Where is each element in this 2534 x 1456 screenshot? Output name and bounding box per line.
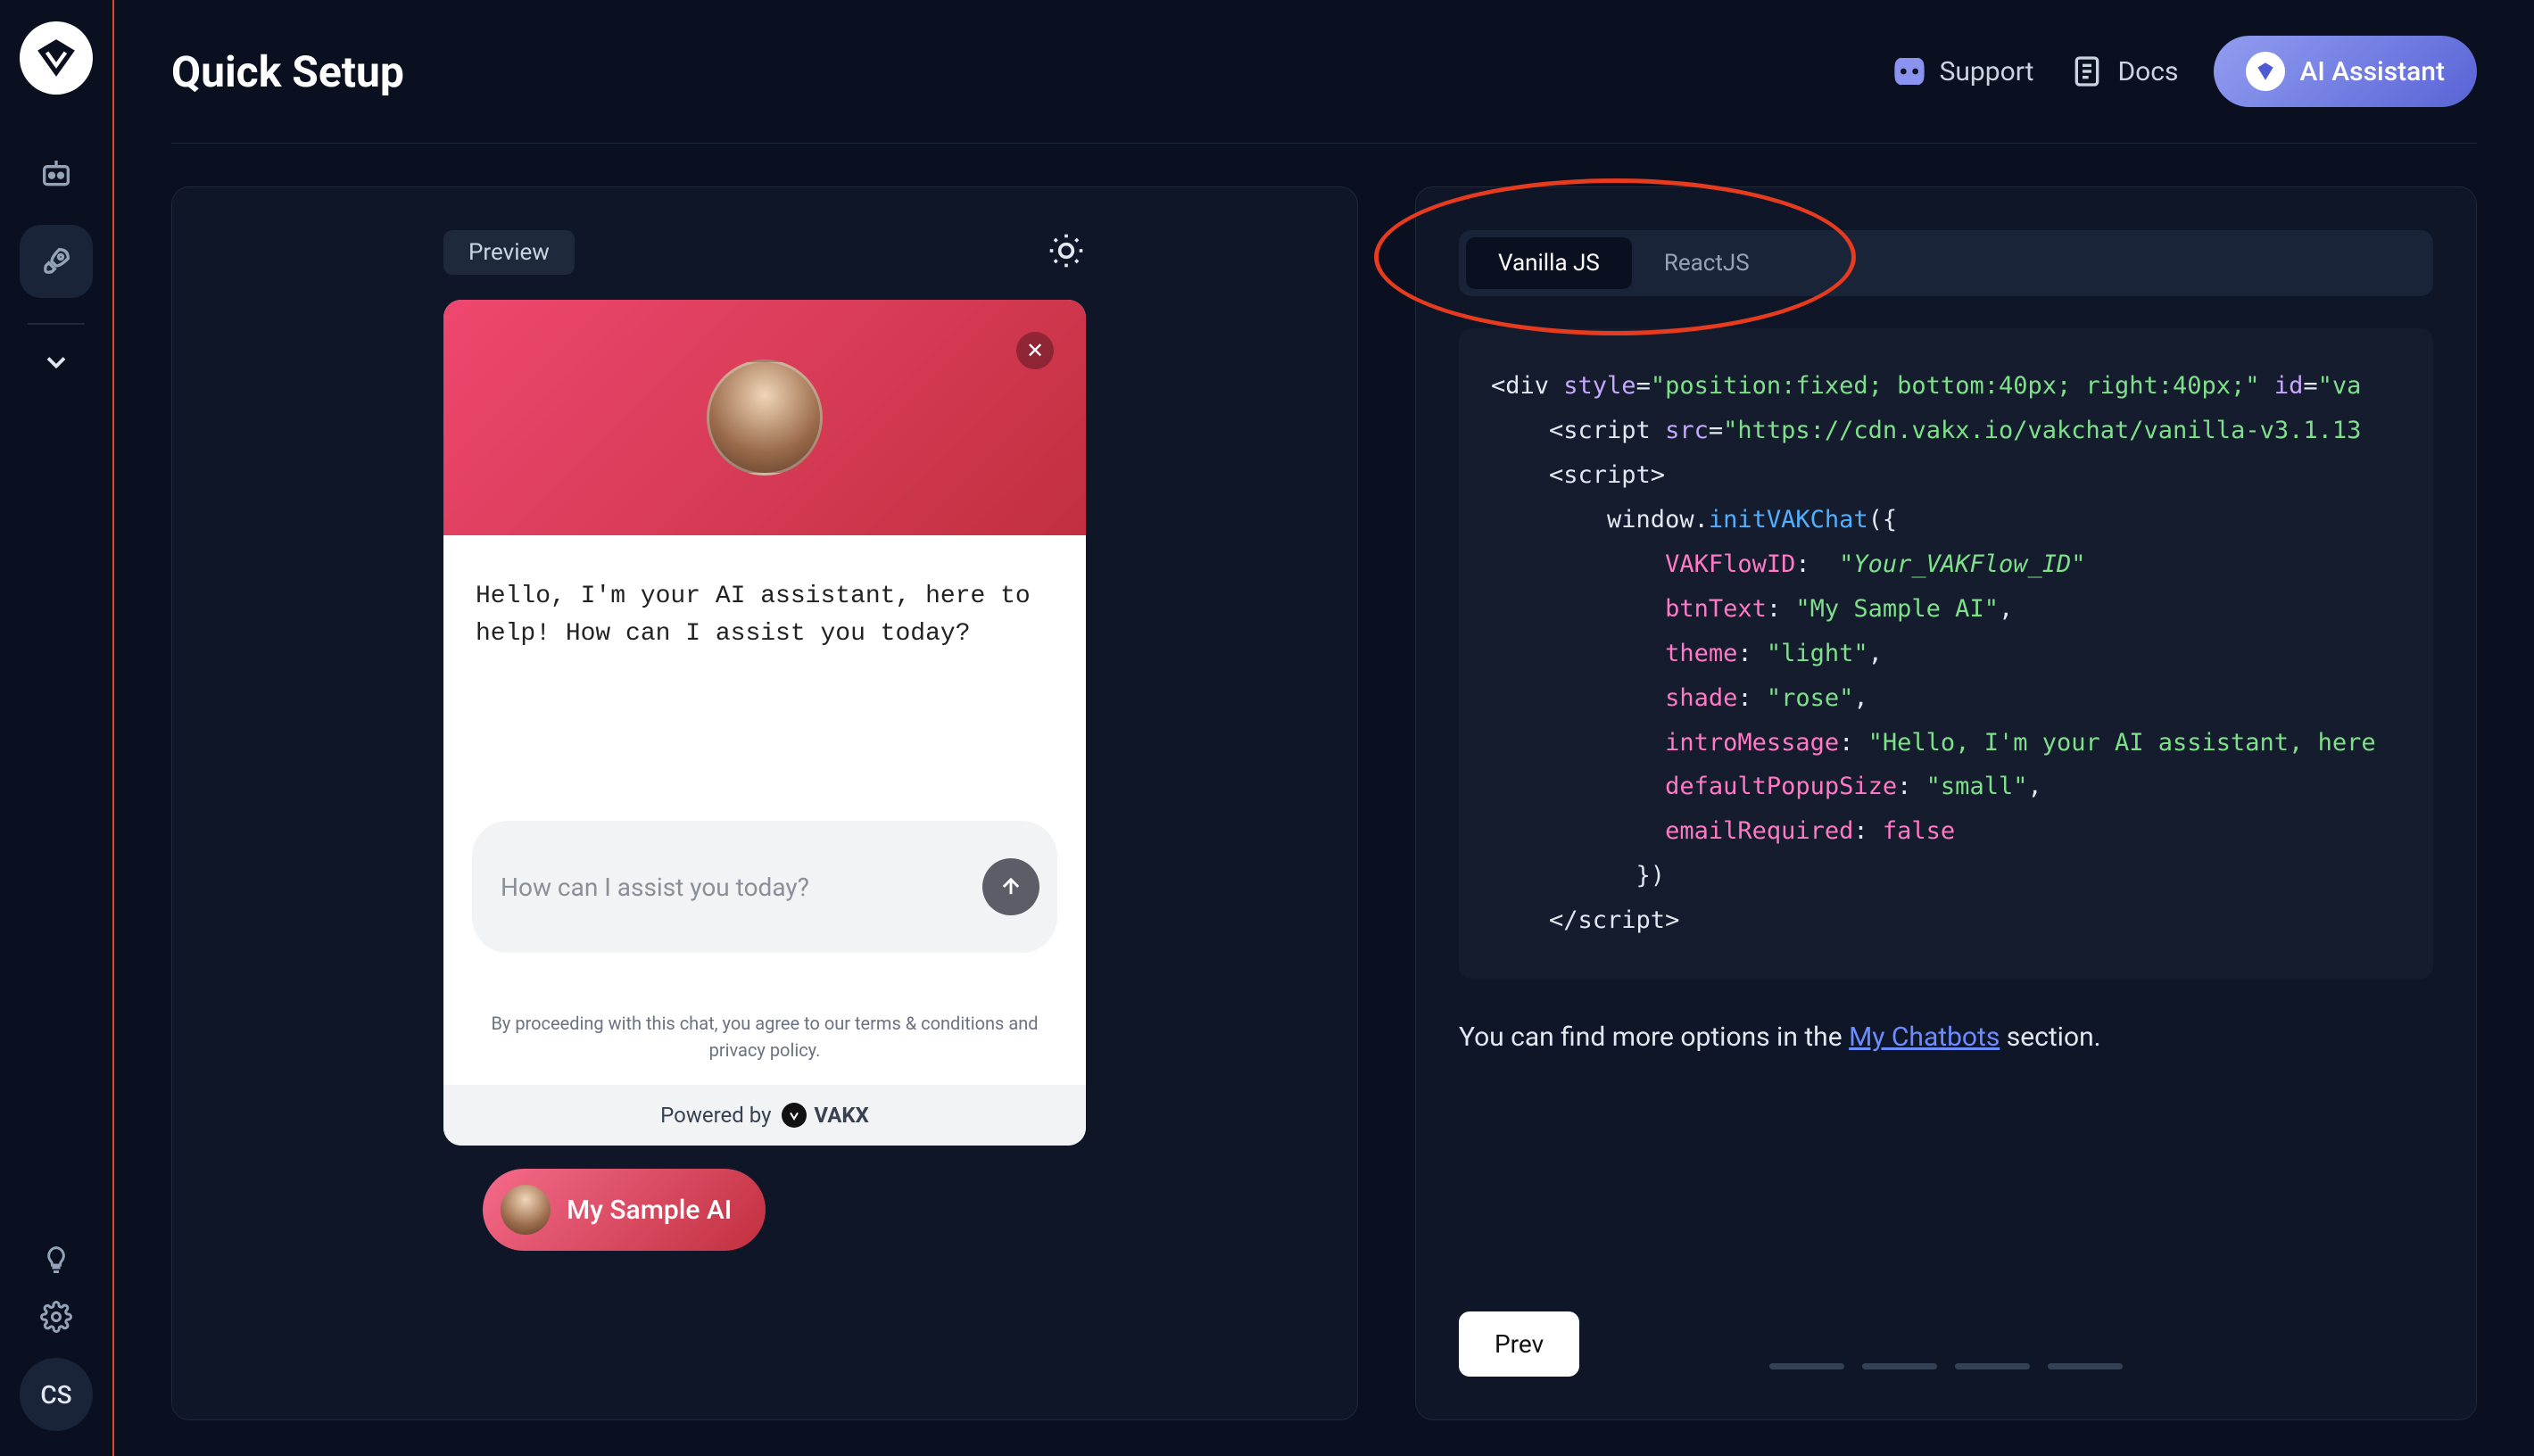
chat-input[interactable]: How can I assist you today? [472,821,1057,953]
code-tabs: Vanilla JS ReactJS [1459,230,2433,296]
chat-avatar-icon [707,360,823,476]
prev-button[interactable]: Prev [1459,1311,1579,1377]
preview-card: Preview ✕ Hello, I'm your AI assistant, … [171,186,1358,1420]
page-title: Quick Setup [171,46,404,97]
tab-vanilla-js[interactable]: Vanilla JS [1466,237,1632,289]
info-suffix: section. [2000,1022,2100,1053]
progress-step [2048,1363,2123,1369]
chat-header: ✕ [443,300,1086,535]
sidebar: CS [0,0,114,1456]
app-logo[interactable] [20,21,93,95]
launch-label: My Sample AI [567,1195,732,1226]
progress-step [1862,1363,1937,1369]
docs-link[interactable]: Docs [2069,54,2178,89]
vakx-brand-icon: VAKX [782,1103,868,1128]
tab-reactjs[interactable]: ReactJS [1632,237,1782,289]
ai-assistant-button[interactable]: AI Assistant [2214,36,2477,107]
code-card: Vanilla JS ReactJS <div style="position:… [1415,186,2477,1420]
support-link[interactable]: Support [1892,54,2034,89]
chat-send-button[interactable] [982,858,1039,915]
preview-badge: Preview [443,230,575,275]
progress-step [1955,1363,2030,1369]
main: Quick Setup Support Docs AI Assistant [114,0,2534,1456]
chat-intro-message: Hello, I'm your AI assistant, here to he… [443,535,1086,821]
chat-widget: ✕ Hello, I'm your AI assistant, here to … [443,300,1086,1146]
nav-divider [28,323,85,325]
powered-by-label: Powered by [660,1103,771,1128]
code-snippet[interactable]: <div style="position:fixed; bottom:40px;… [1459,328,2433,979]
launch-chat-button[interactable]: My Sample AI [483,1169,766,1251]
support-label: Support [1940,56,2034,87]
ai-assistant-label: AI Assistant [2299,56,2445,87]
progress-step [1769,1363,1844,1369]
ai-assistant-logo-icon [2246,52,2285,91]
my-chatbots-link[interactable]: My Chatbots [1849,1022,2000,1053]
settings-icon[interactable] [40,1301,72,1336]
nav-bot-icon[interactable] [20,137,93,211]
docs-label: Docs [2117,56,2178,87]
chat-powered-by: Powered by VAKX [443,1085,1086,1146]
vakx-brand-label: VAKX [814,1103,868,1128]
progress-indicator [1769,1363,2123,1369]
user-avatar[interactable]: CS [20,1358,93,1431]
chat-terms-text: By proceeding with this chat, you agree … [443,989,1086,1085]
lightbulb-icon[interactable] [40,1244,72,1279]
info-prefix: You can find more options in the [1459,1022,1849,1053]
chat-input-placeholder: How can I assist you today? [501,873,809,902]
nav-rocket-icon[interactable] [20,225,93,298]
launch-avatar-icon [501,1185,551,1235]
theme-toggle-icon[interactable] [1047,231,1086,274]
info-line: You can find more options in the My Chat… [1459,1022,2433,1053]
sidebar-expand-icon[interactable] [40,346,72,382]
chat-close-button[interactable]: ✕ [1016,332,1054,369]
topbar: Quick Setup Support Docs AI Assistant [171,36,2477,144]
